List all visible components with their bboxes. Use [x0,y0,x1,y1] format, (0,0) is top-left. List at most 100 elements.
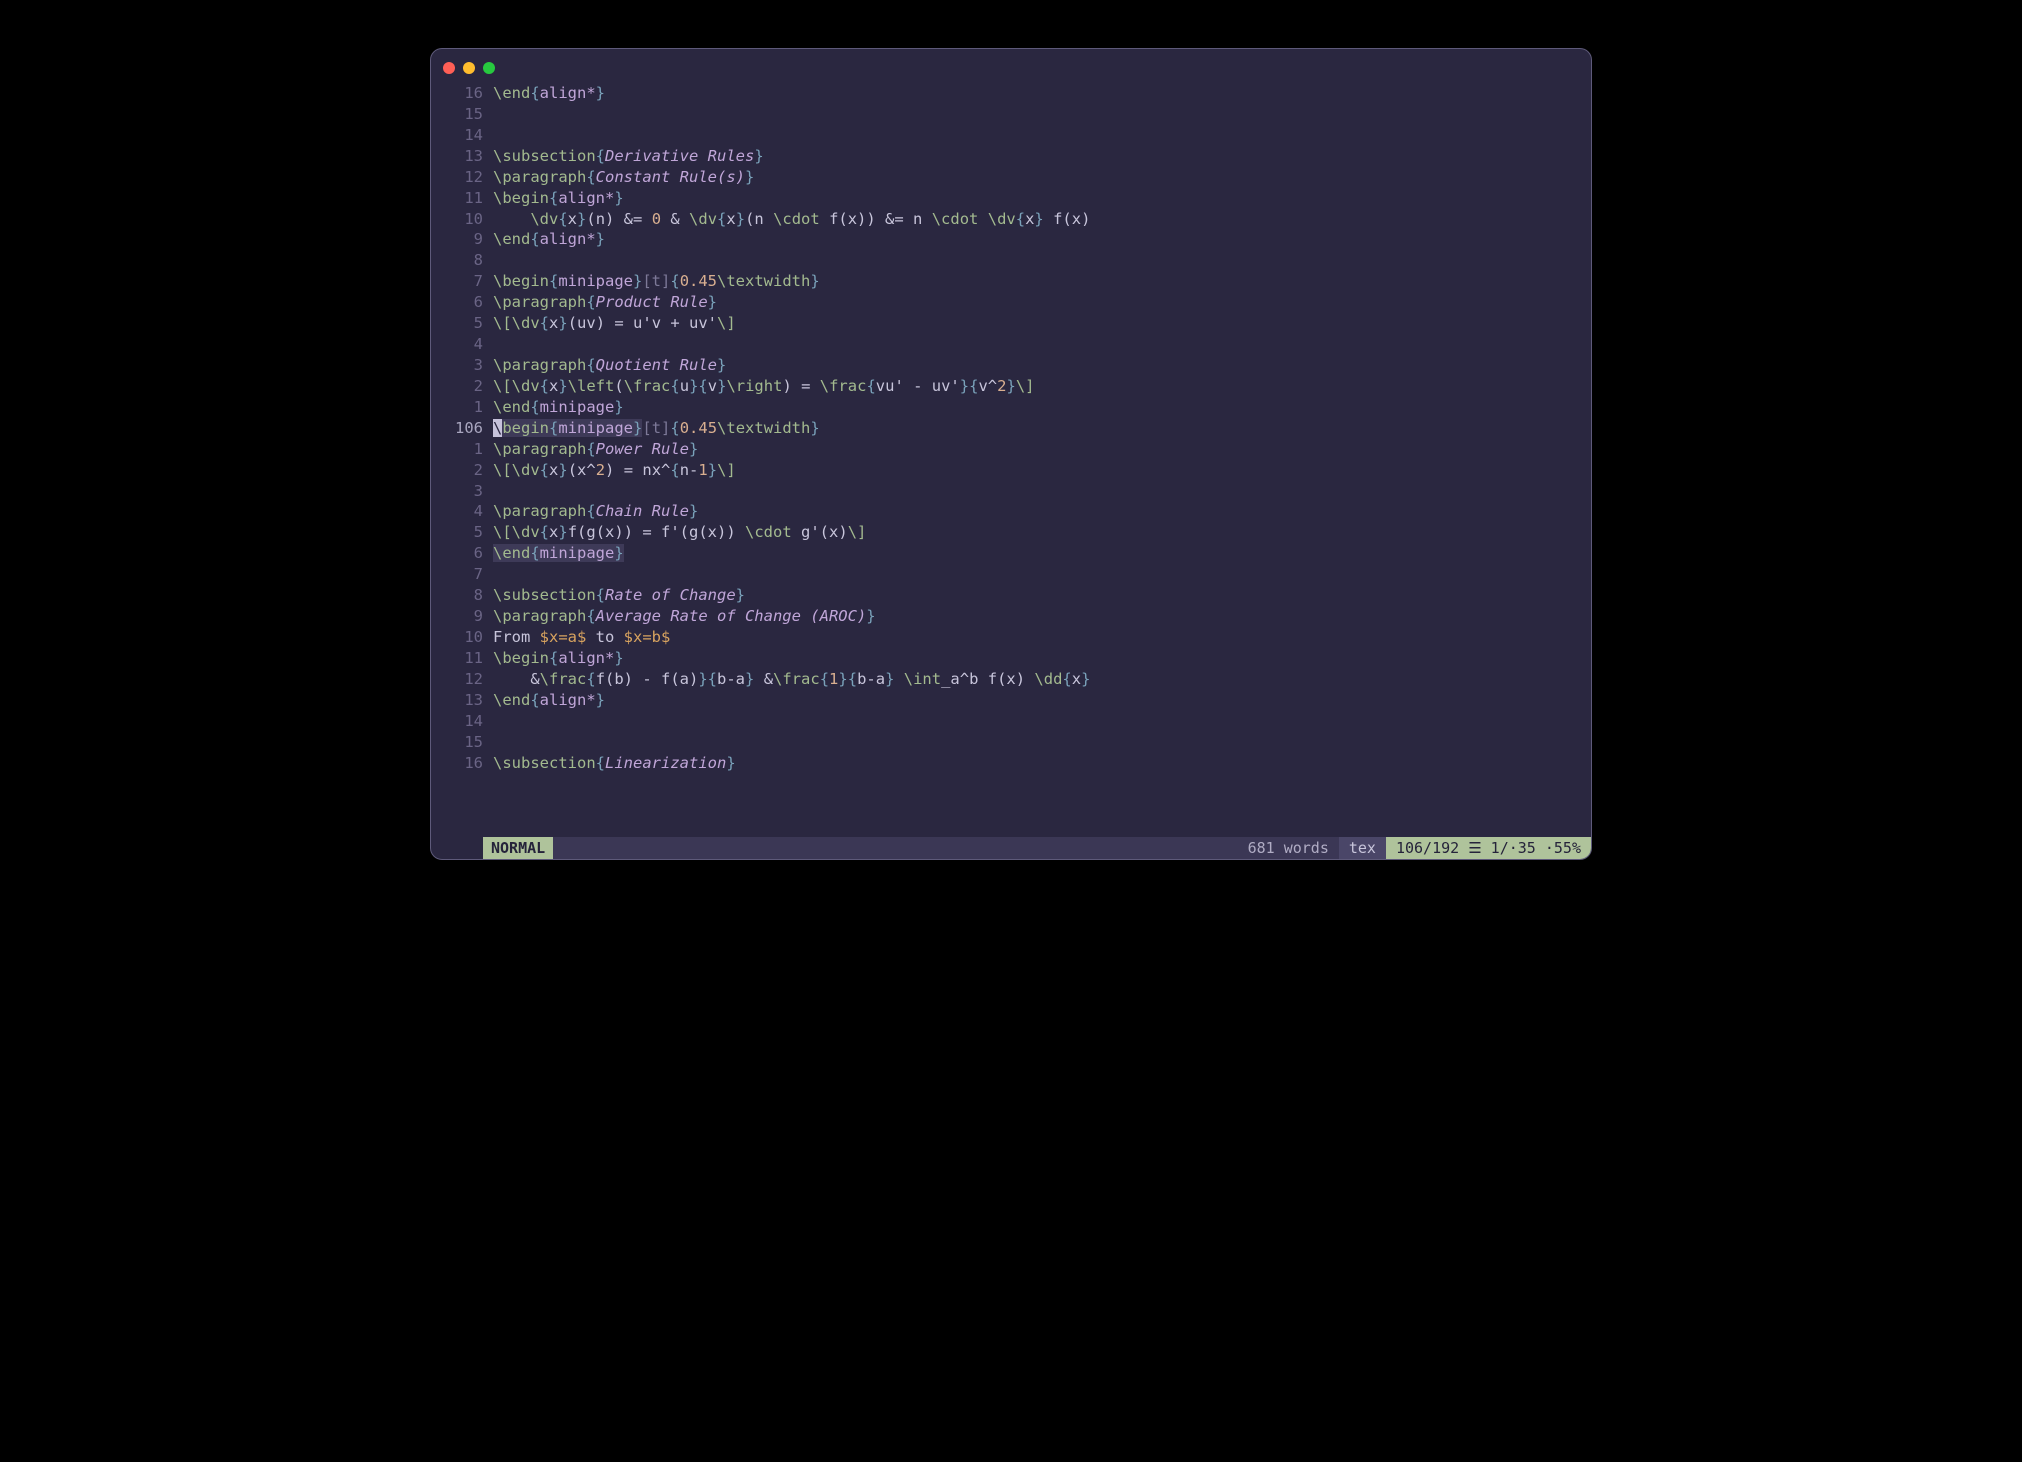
line-content[interactable]: \subsection{Linearization} [493,753,736,774]
line-number: 6 [431,292,493,313]
line-content[interactable]: \end{align*} [493,83,605,104]
line-number: 9 [431,606,493,627]
line-number: 10 [431,209,493,230]
line-number: 13 [431,146,493,167]
line-number: 5 [431,313,493,334]
line-content[interactable]: &\frac{f(b) - f(a)}{b-a} &\frac{1}{b-a} … [493,669,1090,690]
code-line[interactable]: 13\end{align*} [431,690,1591,711]
code-line[interactable]: 4\paragraph{Chain Rule} [431,501,1591,522]
line-number: 12 [431,167,493,188]
minimize-icon[interactable] [463,62,475,74]
line-number: 1 [431,397,493,418]
line-number: 4 [431,334,493,355]
code-line[interactable]: 106\begin{minipage}[t]{0.45\textwidth} [431,418,1591,439]
code-line[interactable]: 14 [431,125,1591,146]
line-content[interactable]: \paragraph{Product Rule} [493,292,717,313]
code-line[interactable]: 9\paragraph{Average Rate of Change (AROC… [431,606,1591,627]
line-number: 14 [431,125,493,146]
line-number: 9 [431,229,493,250]
line-content[interactable]: \paragraph{Constant Rule(s)} [493,167,754,188]
code-line[interactable]: 8\subsection{Rate of Change} [431,585,1591,606]
code-line[interactable]: 10From $x=a$ to $x=b$ [431,627,1591,648]
line-number: 6 [431,543,493,564]
code-line[interactable]: 10 \dv{x}(n) &= 0 & \dv{x}(n \cdot f(x))… [431,209,1591,230]
code-line[interactable]: 4 [431,334,1591,355]
line-content[interactable]: \subsection{Derivative Rules} [493,146,764,167]
line-number: 16 [431,83,493,104]
code-line[interactable]: 2\[\dv{x}(x^2) = nx^{n-1}\] [431,460,1591,481]
code-line[interactable]: 11\begin{align*} [431,648,1591,669]
line-content[interactable]: \paragraph{Power Rule} [493,439,698,460]
line-content[interactable]: \[\dv{x}f(g(x)) = f'(g(x)) \cdot g'(x)\] [493,522,866,543]
line-content[interactable]: \dv{x}(n) &= 0 & \dv{x}(n \cdot f(x)) &=… [493,209,1090,230]
line-number: 5 [431,522,493,543]
line-content[interactable]: From $x=a$ to $x=b$ [493,627,670,648]
line-content[interactable]: \end{align*} [493,229,605,250]
line-number: 4 [431,501,493,522]
line-number: 2 [431,460,493,481]
line-number: 13 [431,690,493,711]
line-number: 11 [431,188,493,209]
code-line[interactable]: 9\end{align*} [431,229,1591,250]
code-line[interactable]: 12\paragraph{Constant Rule(s)} [431,167,1591,188]
line-content[interactable]: \paragraph{Chain Rule} [493,501,698,522]
code-line[interactable]: 8 [431,250,1591,271]
editor-area[interactable]: 16\end{align*}151413\subsection{Derivati… [431,81,1591,837]
line-content[interactable]: \paragraph{Average Rate of Change (AROC)… [493,606,876,627]
code-line[interactable]: 7\begin{minipage}[t]{0.45\textwidth} [431,271,1591,292]
code-line[interactable]: 5\[\dv{x}(uv) = u'v + uv'\] [431,313,1591,334]
code-line[interactable]: 15 [431,732,1591,753]
code-line[interactable]: 16\end{align*} [431,83,1591,104]
line-number: 10 [431,627,493,648]
line-number: 3 [431,481,493,502]
filetype-indicator: tex [1339,837,1386,859]
line-number: 106 [431,418,493,439]
line-content[interactable]: \[\dv{x}(x^2) = nx^{n-1}\] [493,460,736,481]
code-line[interactable]: 3\paragraph{Quotient Rule} [431,355,1591,376]
titlebar [431,49,1591,81]
line-number: 15 [431,104,493,125]
terminal-window: 16\end{align*}151413\subsection{Derivati… [430,48,1592,860]
code-line[interactable]: 5\[\dv{x}f(g(x)) = f'(g(x)) \cdot g'(x)\… [431,522,1591,543]
code-line[interactable]: 6\paragraph{Product Rule} [431,292,1591,313]
code-line[interactable]: 16\subsection{Linearization} [431,753,1591,774]
line-number: 2 [431,376,493,397]
line-content[interactable]: \begin{minipage}[t]{0.45\textwidth} [493,271,820,292]
line-number: 7 [431,564,493,585]
line-content[interactable]: \end{minipage} [493,397,624,418]
line-content[interactable]: \end{align*} [493,690,605,711]
code-line[interactable]: 12 &\frac{f(b) - f(a)}{b-a} &\frac{1}{b-… [431,669,1591,690]
line-number: 7 [431,271,493,292]
line-number: 8 [431,250,493,271]
position-indicator: 106/192 ☰ 1/·35 ·55% [1386,837,1591,859]
code-line[interactable]: 7 [431,564,1591,585]
code-line[interactable]: 15 [431,104,1591,125]
code-line[interactable]: 1\paragraph{Power Rule} [431,439,1591,460]
code-line[interactable]: 6\end{minipage} [431,543,1591,564]
status-bar: NORMAL 681 words tex 106/192 ☰ 1/·35 ·55… [431,837,1591,859]
line-content[interactable]: \subsection{Rate of Change} [493,585,745,606]
line-number: 11 [431,648,493,669]
line-content[interactable]: \begin{align*} [493,648,624,669]
code-line[interactable]: 11\begin{align*} [431,188,1591,209]
maximize-icon[interactable] [483,62,495,74]
line-number: 14 [431,711,493,732]
close-icon[interactable] [443,62,455,74]
line-content[interactable]: \[\dv{x}(uv) = u'v + uv'\] [493,313,736,334]
line-number: 1 [431,439,493,460]
code-line[interactable]: 2\[\dv{x}\left(\frac{u}{v}\right) = \fra… [431,376,1591,397]
line-number: 12 [431,669,493,690]
line-content[interactable]: \end{minipage} [493,543,624,564]
line-number: 15 [431,732,493,753]
line-content[interactable]: \begin{align*} [493,188,624,209]
code-line[interactable]: 13\subsection{Derivative Rules} [431,146,1591,167]
line-content[interactable]: \[\dv{x}\left(\frac{u}{v}\right) = \frac… [493,376,1034,397]
word-count: 681 words [1238,837,1339,859]
code-line[interactable]: 3 [431,481,1591,502]
code-line[interactable]: 1\end{minipage} [431,397,1591,418]
line-content[interactable]: \paragraph{Quotient Rule} [493,355,726,376]
line-content[interactable]: \begin{minipage}[t]{0.45\textwidth} [493,418,820,439]
line-number: 16 [431,753,493,774]
vim-mode-indicator: NORMAL [483,837,553,859]
code-line[interactable]: 14 [431,711,1591,732]
